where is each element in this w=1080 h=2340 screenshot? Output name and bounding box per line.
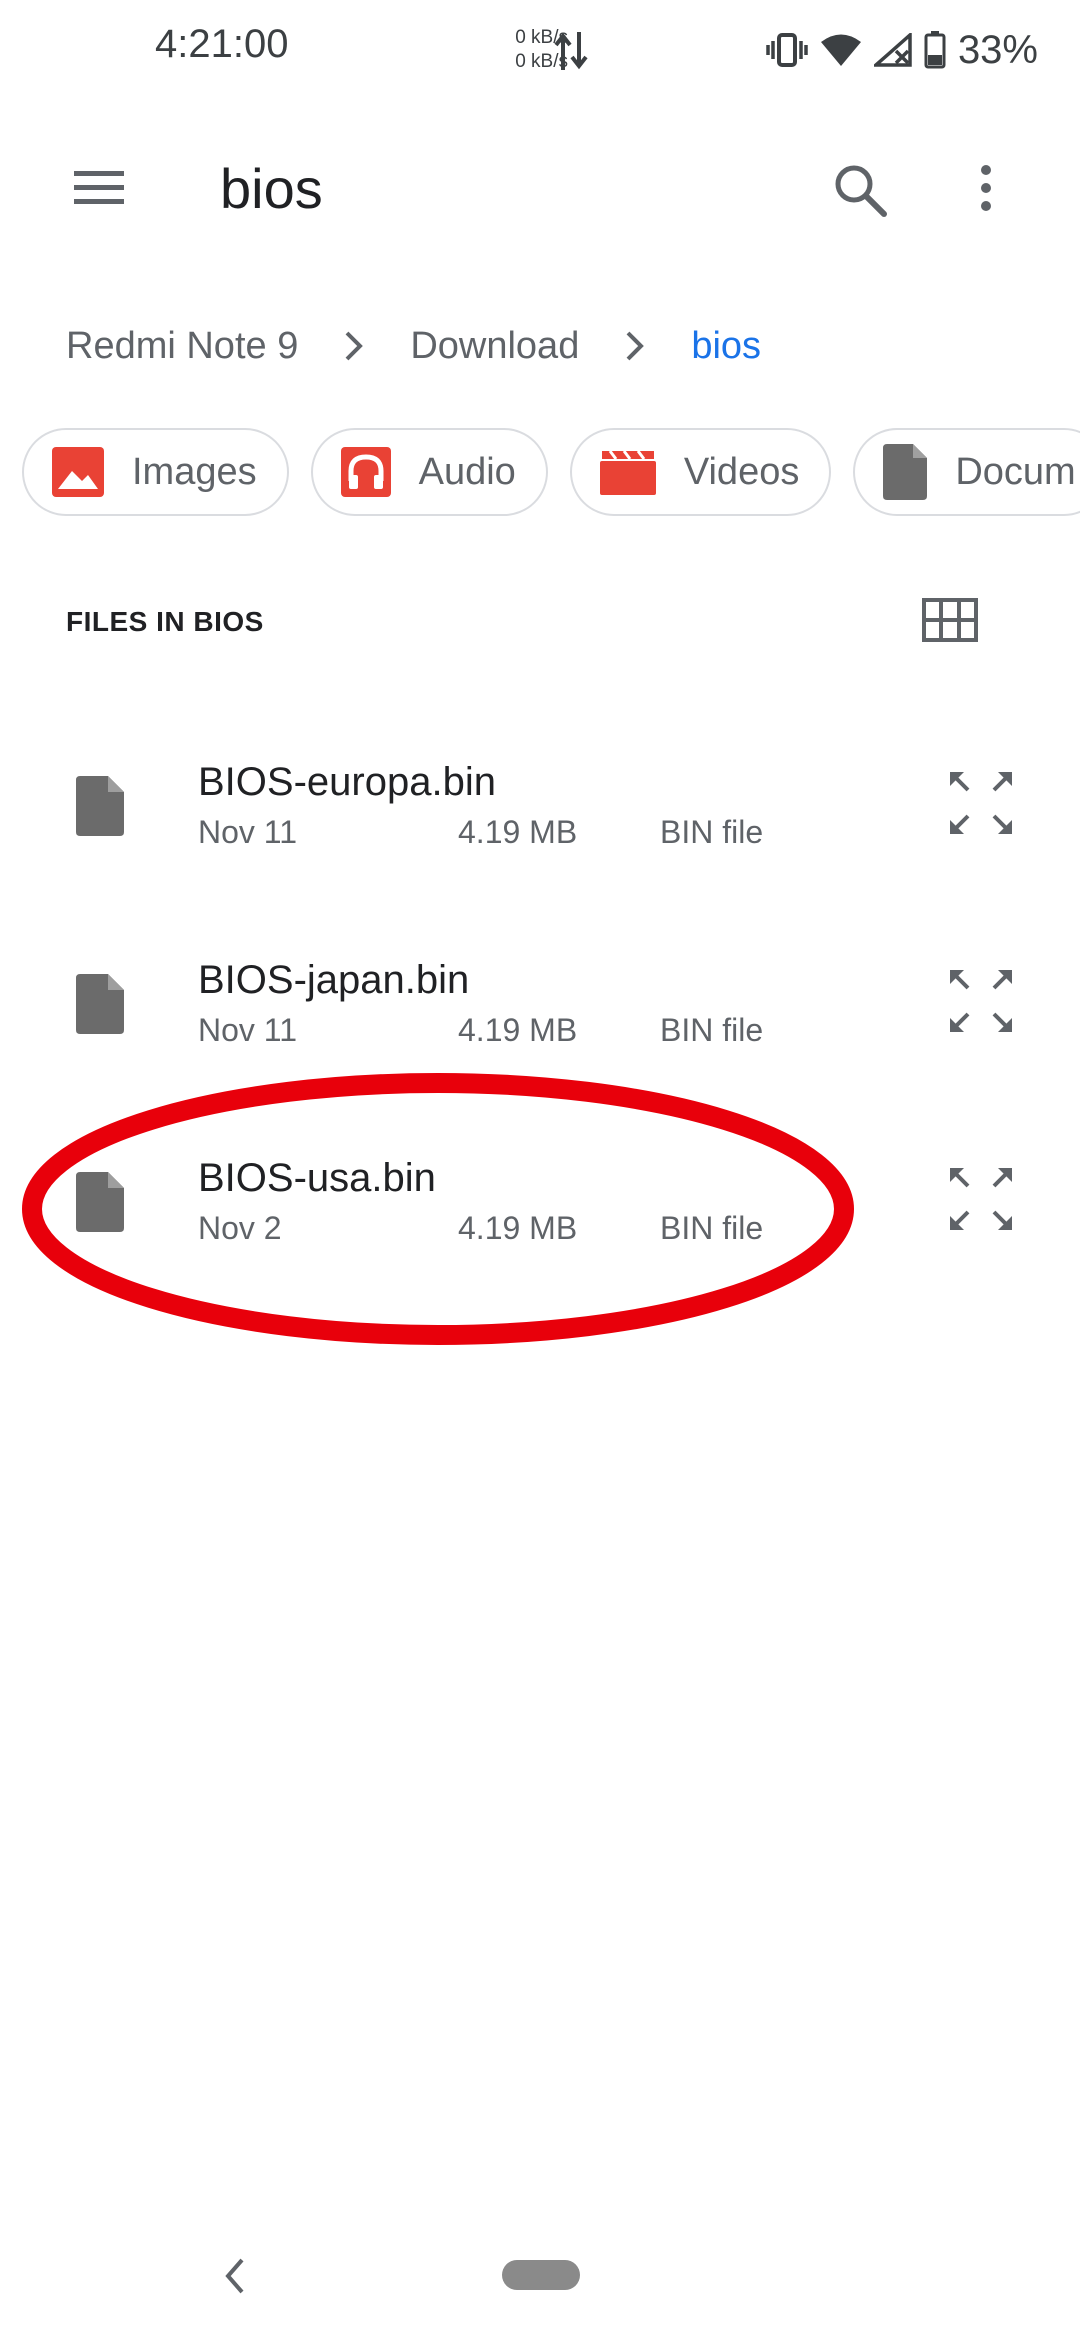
file-name: BIOS-europa.bin — [198, 760, 496, 804]
grid-view-icon[interactable] — [922, 598, 978, 642]
chevron-right-icon — [324, 316, 384, 376]
search-icon[interactable] — [828, 158, 892, 222]
chip-documents-label: Docum — [955, 450, 1076, 493]
file-size: 4.19 MB — [458, 814, 578, 850]
section-title: FILES IN BIOS — [66, 606, 264, 637]
wifi-icon — [820, 34, 861, 66]
clapperboard-icon — [599, 450, 656, 495]
file-row[interactable]: BIOS-europa.bin Nov 11 4.19 MB BIN file — [0, 704, 1080, 902]
battery-percent: 33% — [957, 27, 1038, 72]
expand-icon[interactable] — [946, 1164, 1016, 1234]
file-size: 4.19 MB — [458, 1012, 578, 1048]
home-pill[interactable] — [502, 2260, 580, 2290]
chip-images-label: Images — [132, 450, 257, 493]
expand-icon[interactable] — [946, 966, 1016, 1036]
chip-audio-label: Audio — [418, 450, 516, 493]
status-time: 4:21:00 — [155, 22, 289, 66]
file-date: Nov 11 — [198, 814, 298, 850]
file-date: Nov 2 — [198, 1210, 282, 1246]
file-icon — [76, 776, 124, 836]
category-chips: Images Audio Videos Docum — [22, 428, 1080, 520]
chip-audio[interactable]: Audio — [310, 428, 548, 516]
document-icon — [883, 444, 928, 500]
status-icons: 33% — [766, 18, 1038, 82]
breadcrumb: Redmi Note 9 Download bios — [66, 316, 761, 376]
breadcrumb-item-bios[interactable]: bios — [691, 325, 761, 368]
more-vert-icon[interactable] — [956, 158, 1016, 222]
file-name: BIOS-japan.bin — [198, 958, 470, 1002]
breadcrumb-item-download[interactable]: Download — [410, 325, 579, 368]
file-type: BIN file — [660, 814, 764, 850]
page-title: bios — [220, 157, 323, 220]
chip-images[interactable]: Images — [22, 428, 289, 516]
chevron-right-icon — [605, 316, 665, 376]
back-icon[interactable] — [222, 2256, 248, 2296]
image-icon — [52, 447, 104, 497]
file-name: BIOS-usa.bin — [198, 1156, 436, 1200]
headphones-icon — [340, 447, 391, 497]
breadcrumb-item-device[interactable]: Redmi Note 9 — [66, 325, 298, 368]
file-type: BIN file — [660, 1210, 764, 1246]
menu-icon[interactable] — [66, 165, 132, 211]
data-transfer-icon — [554, 32, 588, 70]
file-icon — [76, 974, 124, 1034]
file-date: Nov 11 — [198, 1012, 298, 1048]
file-row[interactable]: BIOS-japan.bin Nov 11 4.19 MB BIN file — [0, 902, 1080, 1100]
signal-no-service-icon — [873, 33, 912, 67]
chip-videos[interactable]: Videos — [569, 428, 832, 516]
file-row[interactable]: BIOS-usa.bin Nov 2 4.19 MB BIN file — [0, 1100, 1080, 1298]
chip-videos-label: Videos — [683, 450, 800, 493]
file-type: BIN file — [660, 1012, 764, 1048]
vibrate-icon — [766, 33, 808, 67]
battery-icon — [924, 31, 946, 69]
chip-documents[interactable]: Docum — [853, 428, 1080, 516]
file-size: 4.19 MB — [458, 1210, 578, 1246]
expand-icon[interactable] — [946, 768, 1016, 838]
file-icon — [76, 1172, 124, 1232]
